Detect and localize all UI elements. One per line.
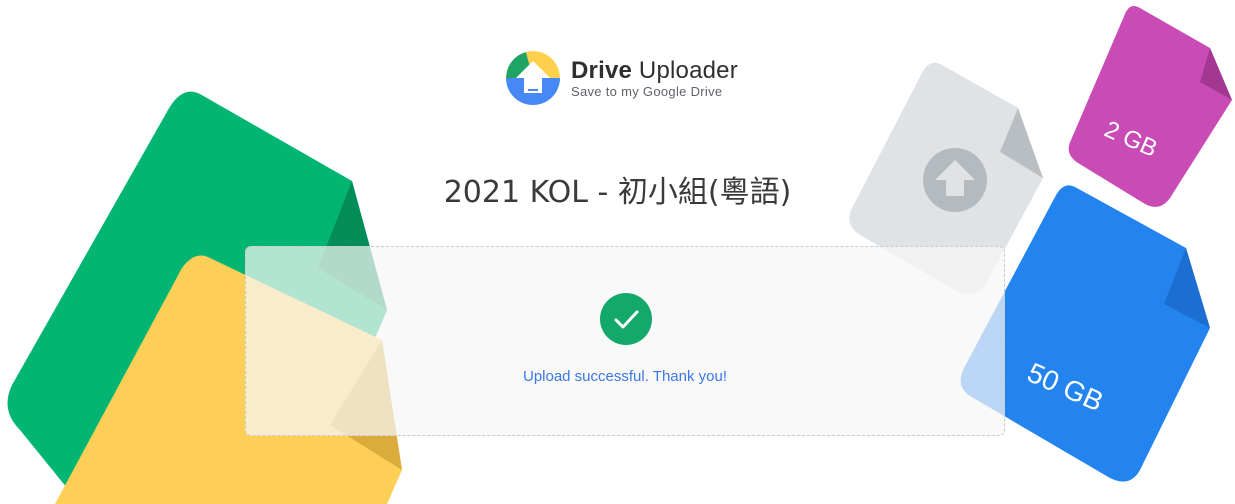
check-circle-icon [600,293,652,345]
brand-header[interactable]: Drive Uploader Save to my Google Drive [506,50,738,106]
app-tagline: Save to my Google Drive [571,83,723,99]
drive-uploader-logo-icon [506,51,560,105]
form-title: 2021 KOL - 初小組(粵語) [443,175,792,210]
upload-success-message: Upload successful. Thank you! [522,368,727,385]
app-name: Drive Uploader [571,56,738,84]
upload-status-panel: Upload successful. Thank you! [245,246,1005,436]
